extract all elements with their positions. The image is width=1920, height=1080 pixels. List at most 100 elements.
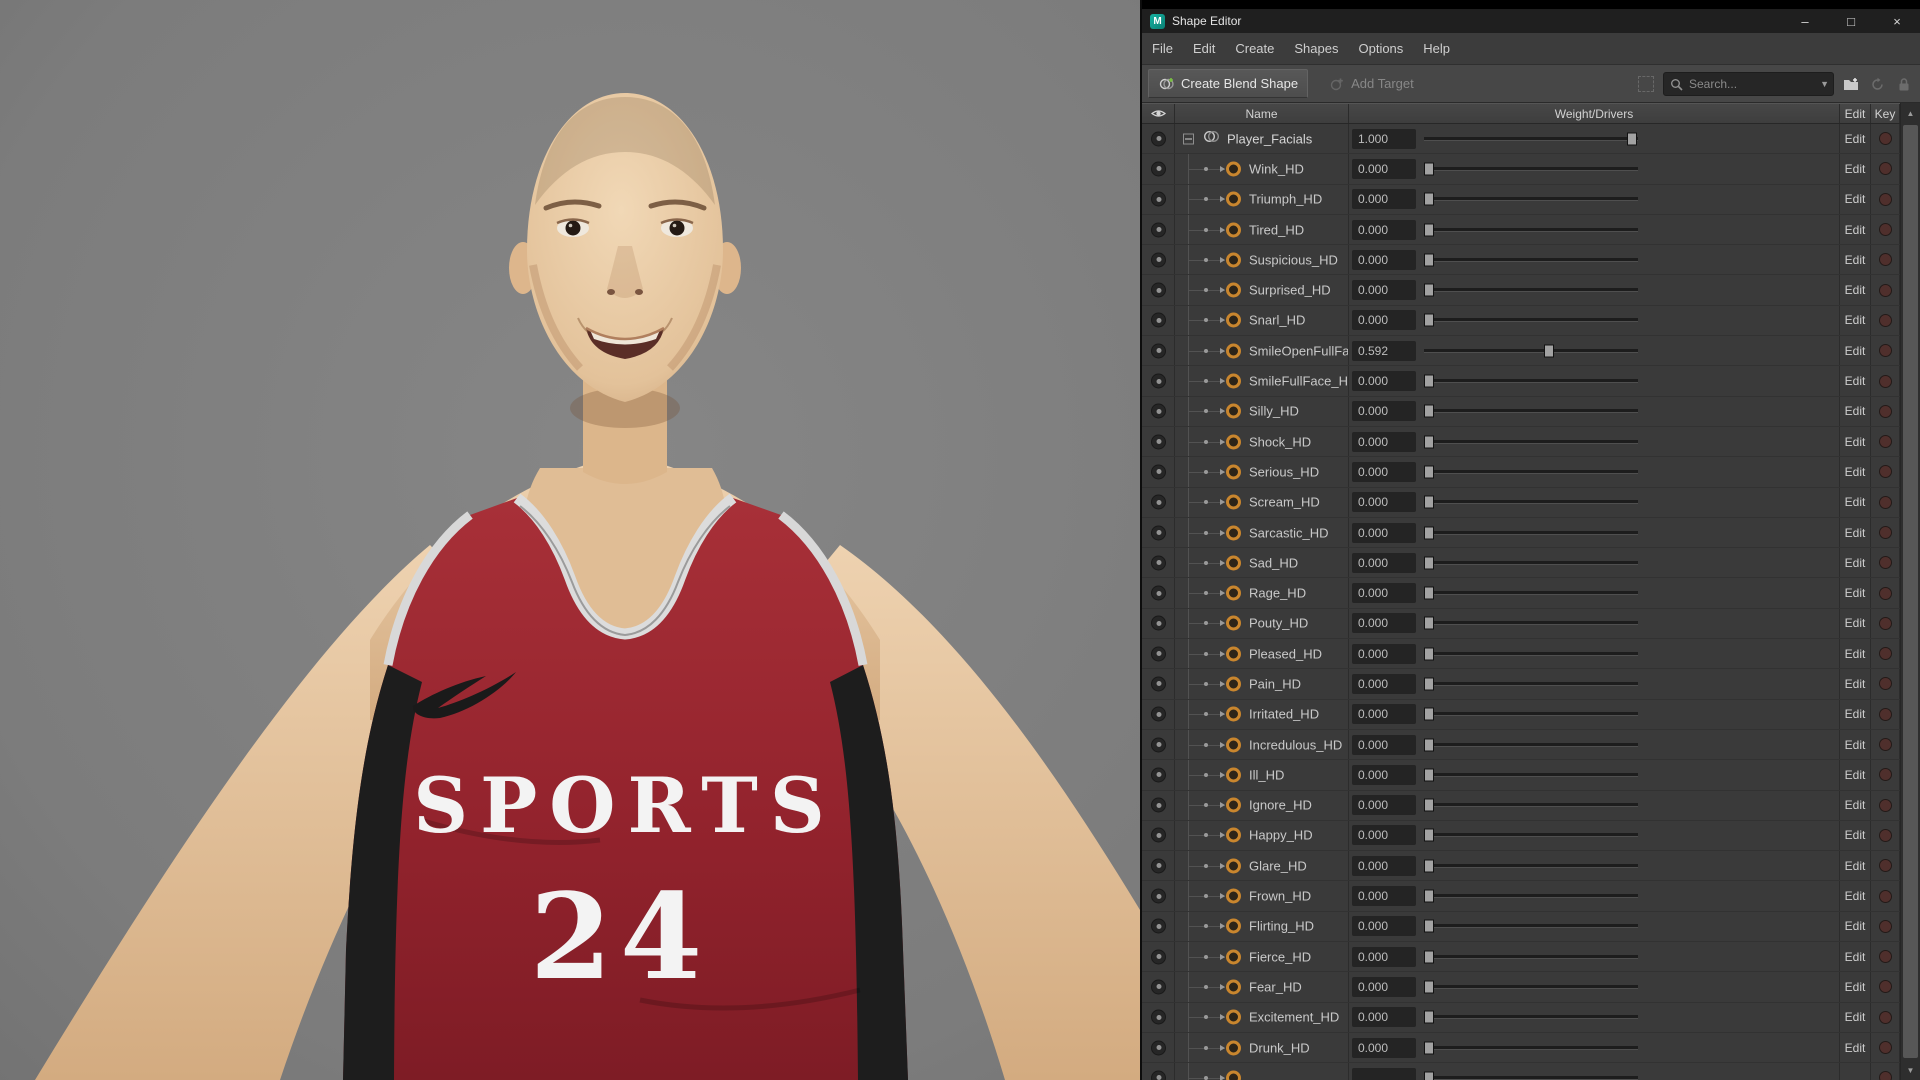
target-row[interactable] [1142, 1063, 1900, 1080]
weight-value[interactable]: 0.000 [1352, 704, 1416, 725]
slider-handle[interactable] [1424, 859, 1434, 873]
slider-handle[interactable] [1424, 223, 1434, 237]
slider-handle[interactable] [1424, 526, 1434, 539]
slider-handle[interactable] [1424, 313, 1434, 327]
slider-handle[interactable] [1424, 465, 1434, 479]
target-label[interactable]: Pleased_HD [1249, 646, 1322, 661]
weight-slider[interactable] [1424, 397, 1638, 426]
scrollbar-thumb[interactable] [1903, 125, 1918, 1058]
weight-slider[interactable] [1424, 578, 1638, 607]
key-button[interactable] [1878, 889, 1892, 903]
slider-handle[interactable] [1424, 919, 1434, 933]
visibility-toggle[interactable] [1151, 706, 1166, 722]
edit-button[interactable]: Edit [1845, 253, 1866, 267]
edit-button[interactable]: Edit [1845, 132, 1866, 146]
target-row[interactable]: Wink_HD 0.000 Edit [1142, 154, 1900, 185]
visibility-toggle[interactable] [1151, 615, 1166, 631]
key-button[interactable] [1878, 950, 1892, 964]
target-label[interactable]: Tired_HD [1249, 222, 1304, 237]
visibility-toggle[interactable] [1151, 827, 1166, 843]
key-button[interactable] [1878, 404, 1892, 418]
edit-button[interactable]: Edit [1845, 283, 1866, 297]
weight-value[interactable]: 0.000 [1352, 401, 1416, 422]
slider-handle[interactable] [1424, 192, 1434, 206]
weight-slider[interactable] [1424, 336, 1638, 365]
key-button[interactable] [1878, 647, 1892, 661]
slider-handle[interactable] [1424, 556, 1434, 570]
weight-slider[interactable] [1424, 821, 1638, 850]
refresh-icon[interactable] [1869, 76, 1886, 93]
weight-value[interactable]: 0.000 [1352, 734, 1416, 755]
weight-slider[interactable] [1424, 972, 1638, 1001]
weight-slider[interactable] [1424, 881, 1638, 910]
edit-button[interactable]: Edit [1845, 404, 1866, 418]
slider-handle[interactable] [1424, 586, 1434, 600]
key-button[interactable] [1878, 313, 1892, 327]
add-target-button[interactable]: Add Target [1320, 70, 1422, 97]
key-button[interactable] [1878, 859, 1892, 873]
parent-weight-value[interactable]: 1.000 [1352, 128, 1416, 149]
weight-value[interactable]: 0.000 [1352, 552, 1416, 573]
visibility-toggle[interactable] [1151, 555, 1166, 571]
target-label[interactable]: Shock_HD [1249, 434, 1311, 449]
key-button[interactable] [1878, 586, 1892, 600]
target-label[interactable]: Fierce_HD [1249, 949, 1311, 964]
weight-value[interactable]: 0.000 [1352, 280, 1416, 301]
weight-value[interactable]: 0.000 [1352, 764, 1416, 785]
target-row[interactable]: Happy_HD 0.000 Edit [1142, 820, 1900, 852]
slider-handle[interactable] [1424, 253, 1434, 267]
weight-value[interactable]: 0.000 [1352, 946, 1416, 967]
target-label[interactable]: Sad_HD [1249, 555, 1298, 570]
minimize-button[interactable]: – [1782, 9, 1828, 33]
visibility-toggle[interactable] [1151, 676, 1166, 692]
target-row[interactable]: Silly_HD 0.000 Edit [1142, 396, 1900, 427]
slider-handle[interactable] [1424, 889, 1434, 903]
edit-button[interactable]: Edit [1845, 313, 1866, 327]
key-button[interactable] [1878, 495, 1892, 509]
weight-slider[interactable] [1424, 700, 1638, 729]
visibility-toggle[interactable] [1151, 888, 1166, 904]
target-row[interactable]: Triumph_HD 0.000 Edit [1142, 184, 1900, 215]
weight-value[interactable]: 0.000 [1352, 613, 1416, 634]
target-row[interactable]: Fierce_HD 0.000 Edit [1142, 942, 1900, 973]
key-button[interactable] [1878, 738, 1892, 752]
target-row[interactable]: SmileFullFace_H 0.000 Edit [1142, 366, 1900, 397]
slider-handle[interactable] [1424, 677, 1434, 691]
weight-value[interactable]: 0.592 [1352, 340, 1416, 361]
weight-value[interactable]: 0.000 [1352, 673, 1416, 694]
target-label[interactable]: SmileFullFace_H [1249, 374, 1348, 389]
menu-edit[interactable]: Edit [1183, 33, 1225, 64]
weight-slider[interactable] [1424, 457, 1638, 486]
weight-slider[interactable] [1424, 185, 1638, 214]
visibility-toggle[interactable] [1151, 282, 1166, 298]
target-label[interactable]: Pain_HD [1249, 676, 1301, 691]
target-row[interactable]: Glare_HD 0.000 Edit [1142, 851, 1900, 882]
slider-handle[interactable] [1424, 950, 1434, 964]
key-button[interactable] [1878, 616, 1892, 630]
weight-slider[interactable] [1424, 851, 1638, 880]
edit-button[interactable]: Edit [1845, 344, 1866, 358]
target-label[interactable]: Irritated_HD [1249, 707, 1319, 722]
key-button[interactable] [1878, 1071, 1892, 1080]
weight-value[interactable]: 0.000 [1352, 189, 1416, 210]
weight-value[interactable]: 0.000 [1352, 976, 1416, 997]
collapse-expander[interactable] [1183, 133, 1194, 145]
weight-value[interactable]: 0.000 [1352, 825, 1416, 846]
target-row[interactable]: Flirting_HD 0.000 Edit [1142, 911, 1900, 943]
key-button[interactable] [1878, 677, 1892, 691]
menu-create[interactable]: Create [1225, 33, 1284, 64]
weight-slider[interactable] [1424, 639, 1638, 668]
viewport[interactable]: SPORTS 24 [0, 0, 1140, 1080]
target-label[interactable]: Suspicious_HD [1249, 252, 1338, 267]
create-blend-shape-button[interactable]: Create Blend Shape [1148, 69, 1309, 98]
target-row[interactable]: Serious_HD 0.000 Edit [1142, 457, 1900, 488]
target-row[interactable]: Tired_HD 0.000 Edit [1142, 214, 1900, 246]
maximize-button[interactable]: □ [1828, 9, 1874, 33]
slider-handle[interactable] [1424, 374, 1434, 388]
weight-value[interactable]: 0.000 [1352, 1007, 1416, 1028]
key-button[interactable] [1878, 707, 1892, 721]
target-label[interactable]: Incredulous_HD [1249, 737, 1342, 752]
edit-button[interactable]: Edit [1845, 616, 1866, 630]
visibility-toggle[interactable] [1151, 585, 1166, 601]
key-button[interactable] [1878, 344, 1892, 358]
